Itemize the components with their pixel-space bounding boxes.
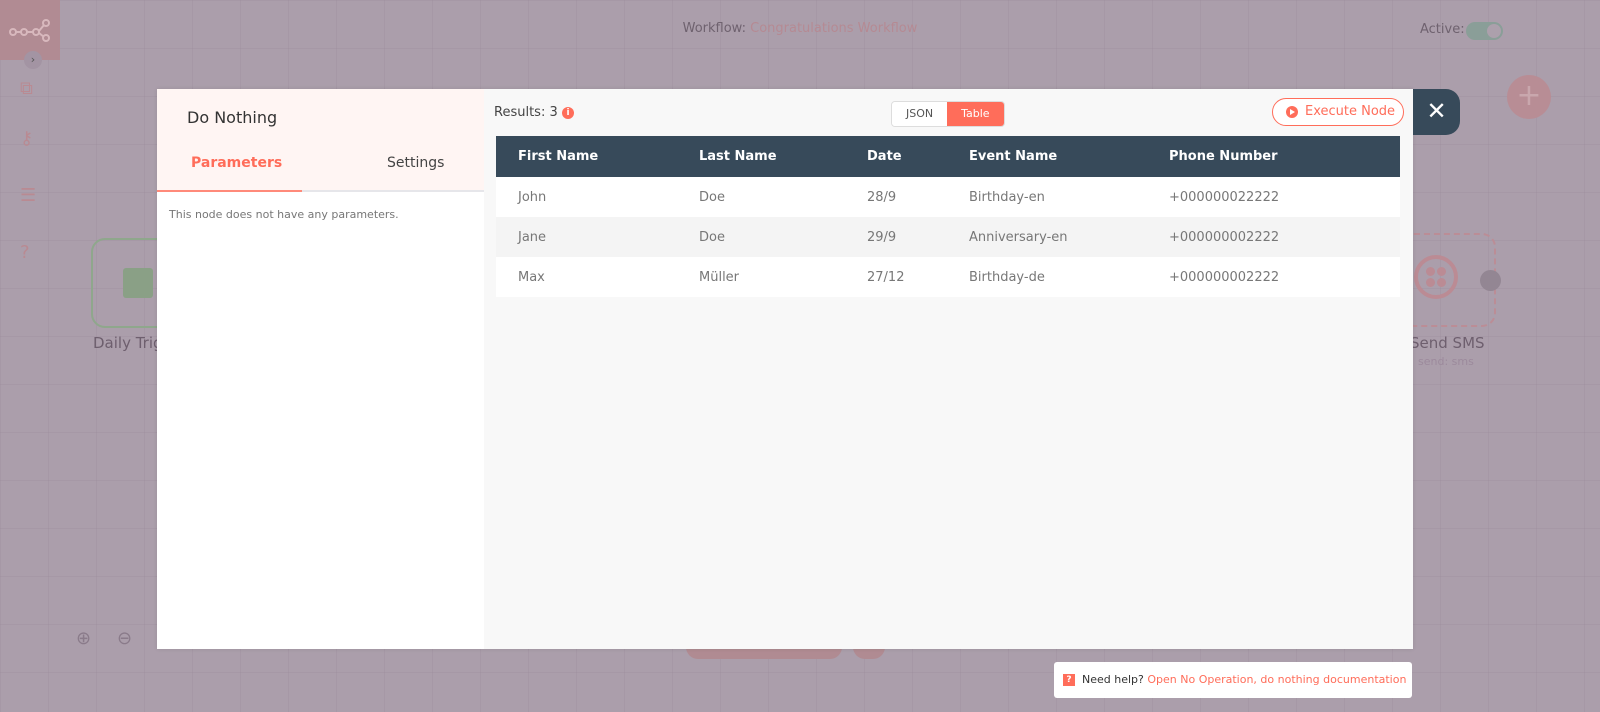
node-modal: Do Nothing Parameters Settings This node…	[157, 89, 1413, 649]
tab-parameters[interactable]: Parameters	[191, 155, 282, 171]
node-output-handle[interactable]	[1480, 270, 1501, 291]
column-header: Event Name	[947, 136, 1147, 177]
play-icon	[1286, 106, 1298, 118]
cell: Doe	[677, 177, 845, 217]
active-toggle[interactable]	[1466, 22, 1503, 40]
calendar-icon	[123, 268, 153, 298]
results-count: Results: 3	[494, 105, 558, 120]
cell: 27/12	[845, 257, 947, 297]
help-icon[interactable]: ?	[20, 242, 30, 263]
no-parameters-text: This node does not have any parameters.	[169, 208, 399, 221]
zoom-out-icon[interactable]: ⊖	[117, 628, 132, 649]
active-label: Active:	[1420, 22, 1465, 37]
node-label: Daily Trig	[93, 334, 163, 352]
node-sublabel: send: sms	[1418, 355, 1474, 368]
column-header: First Name	[496, 136, 677, 177]
cell: +000000002222	[1147, 257, 1400, 297]
column-header: Phone Number	[1147, 136, 1400, 177]
view-toggle: JSON Table	[891, 101, 1005, 127]
help-box: ? Need help? Open No Operation, do nothi…	[1054, 662, 1412, 698]
cell: 29/9	[845, 217, 947, 257]
key-icon[interactable]: ⚷	[20, 128, 33, 149]
execute-node-button[interactable]: Execute Node	[1272, 98, 1404, 126]
question-icon: ?	[1063, 674, 1075, 686]
workflow-name[interactable]: Congratulations Workflow	[750, 21, 917, 36]
close-icon: ✕	[1426, 97, 1447, 125]
add-node-button[interactable]: +	[1507, 75, 1551, 119]
table-row: Jane Doe 29/9 Anniversary-en +000000002222	[496, 217, 1400, 257]
cell: Birthday-de	[947, 257, 1147, 297]
cell: +000000002222	[1147, 217, 1400, 257]
workflows-icon[interactable]: ⧉	[20, 78, 33, 99]
table-row: Max Müller 27/12 Birthday-de +000000002222	[496, 257, 1400, 297]
column-header: Date	[845, 136, 947, 177]
executions-list-icon[interactable]: ☰	[20, 185, 36, 206]
cell: Max	[496, 257, 677, 297]
cell: Birthday-en	[947, 177, 1147, 217]
twilio-icon	[1414, 255, 1458, 299]
workflow-title: Workflow: Congratulations Workflow	[0, 21, 1600, 36]
expand-sidebar-button[interactable]: ›	[24, 51, 42, 69]
table-view-button[interactable]: Table	[947, 102, 1004, 126]
documentation-link[interactable]: Open No Operation, do nothing documentat…	[1147, 673, 1406, 686]
cell: John	[496, 177, 677, 217]
help-prefix: Need help?	[1082, 673, 1144, 686]
cell: +000000022222	[1147, 177, 1400, 217]
column-header: Last Name	[677, 136, 845, 177]
node-label: Send SMS	[1410, 334, 1485, 352]
tab-settings[interactable]: Settings	[387, 155, 444, 171]
cell: Jane	[496, 217, 677, 257]
cell: Müller	[677, 257, 845, 297]
results-table: First Name Last Name Date Event Name Pho…	[496, 136, 1400, 297]
close-modal-button[interactable]: ✕	[1413, 89, 1460, 135]
cell: Anniversary-en	[947, 217, 1147, 257]
zoom-in-icon[interactable]: ⊕	[76, 628, 91, 649]
table-row: John Doe 28/9 Birthday-en +000000022222	[496, 177, 1400, 217]
parameters-panel: Do Nothing Parameters Settings This node…	[157, 89, 484, 649]
tab-indicator	[157, 190, 484, 192]
table-header-row: First Name Last Name Date Event Name Pho…	[496, 136, 1400, 177]
node-title[interactable]: Do Nothing	[187, 108, 277, 127]
cell: 28/9	[845, 177, 947, 217]
info-icon[interactable]: i	[562, 107, 574, 119]
execute-node-label: Execute Node	[1305, 104, 1396, 119]
json-view-button[interactable]: JSON	[892, 102, 948, 126]
workflow-label: Workflow:	[682, 21, 746, 36]
cell: Doe	[677, 217, 845, 257]
